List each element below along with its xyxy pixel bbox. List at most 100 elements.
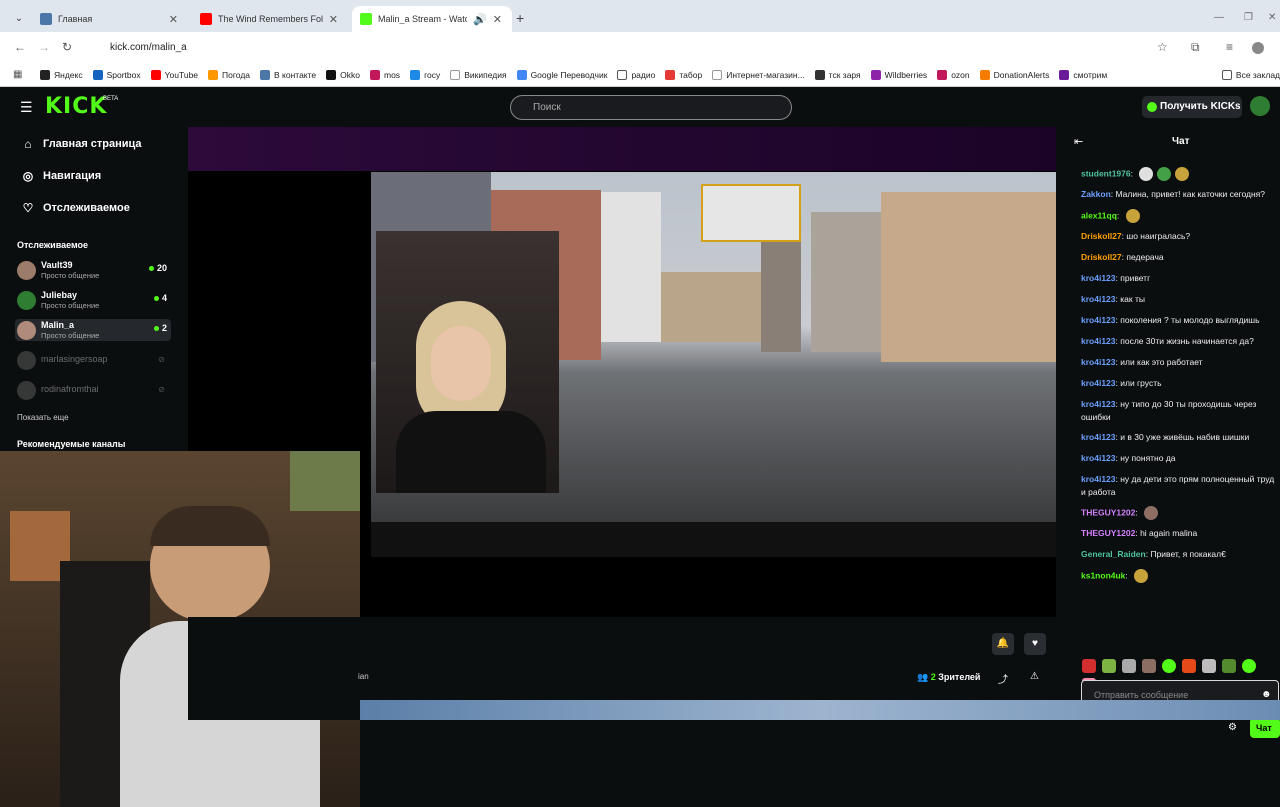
back-icon[interactable]: ← [14,40,26,54]
report-warning-icon[interactable]: ⚠ [1030,671,1039,682]
emote [1175,167,1190,181]
media-icon[interactable]: ≡ [1226,40,1233,54]
chat-username[interactable]: kro4i123 [1081,399,1116,409]
bookmark[interactable]: тск заря [814,69,861,80]
chat-username[interactable]: General_Raiden [1081,549,1146,559]
nav-following[interactable]: ♡ Отслеживаемое [20,198,130,218]
bookmark[interactable]: mos [370,69,400,80]
channel-item-selected[interactable]: Malin_a Просто общение 2 [15,319,171,341]
bookmark[interactable]: Википедия [450,69,507,80]
close-icon[interactable]: ✕ [329,13,338,26]
emote[interactable] [1162,659,1176,673]
emote[interactable] [1142,659,1156,673]
menu-icon[interactable]: ☰ [20,99,33,116]
bookmark[interactable]: В контакте [260,69,316,80]
viewers-icon: 👥 [917,672,931,682]
chat-username[interactable]: kro4i123 [1081,273,1116,283]
forward-icon[interactable]: → [38,40,50,54]
bookmark[interactable]: Яндекс [40,69,83,80]
star-icon[interactable]: ☆ [1157,40,1168,54]
emote[interactable] [1102,659,1116,673]
chat-username[interactable]: kro4i123 [1081,315,1116,325]
minimize-icon[interactable]: — [1214,12,1224,23]
show-more-link[interactable]: Показать еще [17,413,69,422]
share-icon[interactable]: ⤴ [998,671,1008,686]
chat-username[interactable]: Zakkon [1081,189,1111,199]
bookmarks-bar: ▦ Яндекс Sportbox YouTube Погода В конта… [0,63,1280,87]
restore-icon[interactable]: ❐ [1244,12,1253,23]
chat-text: hi again malina [1140,528,1198,538]
close-icon[interactable]: ✕ [169,13,178,26]
chat-message: THEGUY1202: [1081,506,1276,520]
chat-username[interactable]: student1976 [1081,168,1131,178]
chat-username[interactable]: THEGUY1202 [1081,507,1135,517]
channel-item[interactable]: Juliebay Просто общение 4 [15,289,171,311]
separator: : [1135,507,1141,518]
tab-kick-active[interactable]: Malin_a Stream - Watch Liv 🔊 ✕ [352,6,512,32]
kick-logo[interactable]: KICK [45,94,107,119]
close-icon[interactable]: ✕ [493,13,502,26]
bookmark[interactable]: DonationAlerts [979,69,1049,80]
channel-item-offline[interactable]: marlasingersoap ⊘ [15,349,171,371]
bookmark[interactable]: Wildberries [870,69,927,80]
chat-username[interactable]: Driskoll27 [1081,231,1122,241]
channel-item-offline[interactable]: rodinafromthai ⊘ [15,379,171,401]
chat-text: шо наигралась? [1126,231,1191,241]
speaker-icon[interactable]: 🔊 [473,13,487,26]
reload-icon[interactable]: ↻ [62,40,72,54]
follow-heart-icon[interactable]: ♥ [1024,633,1046,655]
tab-search-chevron-icon[interactable]: ⌄ [10,10,28,28]
collapse-chat-icon[interactable]: ⇤ [1074,135,1083,148]
chat-username[interactable]: kro4i123 [1081,336,1116,346]
chat-username[interactable]: kro4i123 [1081,474,1116,484]
chat-username[interactable]: kro4i123 [1081,432,1116,442]
chat-username[interactable]: alex11qq [1081,210,1117,220]
bookmark[interactable]: Интернет-магазин... [712,69,805,80]
chat-send-button[interactable]: Чат [1250,718,1280,738]
bookmark[interactable]: Okko [326,69,360,80]
chat-settings-gear-icon[interactable]: ⚙ [1228,722,1237,733]
emote[interactable] [1122,659,1136,673]
chat-username[interactable]: Driskoll27 [1081,252,1122,262]
bookmark[interactable]: ozon [937,69,970,80]
tab-vk[interactable]: Главная ✕ [32,6,188,32]
bookmark[interactable]: госу [410,69,440,80]
bookmark[interactable]: Sportbox [92,69,141,80]
all-bookmarks[interactable]: Все заклад [1221,69,1280,80]
user-avatar[interactable] [1250,96,1270,116]
notification-bell-icon[interactable]: 🔔 [992,633,1014,655]
emoji-picker-icon[interactable]: ☻ [1261,689,1272,700]
chat-username[interactable]: THEGUY1202 [1081,528,1135,538]
nav-browse[interactable]: ◎ Навигация [20,166,101,186]
bookmark-folder[interactable]: радио [617,69,655,80]
chat-username[interactable]: kro4i123 [1081,378,1116,388]
chat-username[interactable]: kro4i123 [1081,453,1116,463]
new-tab-icon[interactable]: + [516,10,524,26]
bookmark[interactable]: YouTube [150,69,198,80]
close-window-icon[interactable]: ✕ [1268,12,1276,23]
chat-message: ks1non4uk: [1081,569,1276,583]
extensions-icon[interactable]: ⧉ [1191,40,1200,55]
bookmark[interactable]: Google Переводчик [516,69,607,80]
bookmark[interactable]: смотрим [1059,69,1107,80]
tab-youtube[interactable]: The Wind Remembers Folktron ✕ [192,6,348,32]
chat-username[interactable]: ks1non4uk [1081,570,1125,580]
emote[interactable] [1082,659,1096,673]
profile-avatar[interactable] [1252,42,1264,54]
emote[interactable] [1202,659,1216,673]
channel-item[interactable]: Vault39 Просто общение 20 [15,259,171,281]
search-input[interactable]: Поиск [510,95,792,120]
avatar [17,321,36,340]
chat-username[interactable]: kro4i123 [1081,357,1116,367]
chat-message: kro4i123: поколения ? ты молодо выглядиш… [1081,314,1276,327]
url-field[interactable]: kick.com/malin_a [86,36,1186,59]
apps-grid-icon[interactable]: ▦ [13,69,25,80]
chat-username[interactable]: kro4i123 [1081,294,1116,304]
emote[interactable] [1242,659,1256,673]
bookmark[interactable]: табор [665,69,702,80]
emote[interactable] [1182,659,1196,673]
bookmark[interactable]: Погода [208,69,250,80]
emote[interactable] [1222,659,1236,673]
get-kicks-button[interactable]: Получить KICKs [1142,96,1242,118]
nav-home[interactable]: ⌂ Главная страница [20,134,141,154]
